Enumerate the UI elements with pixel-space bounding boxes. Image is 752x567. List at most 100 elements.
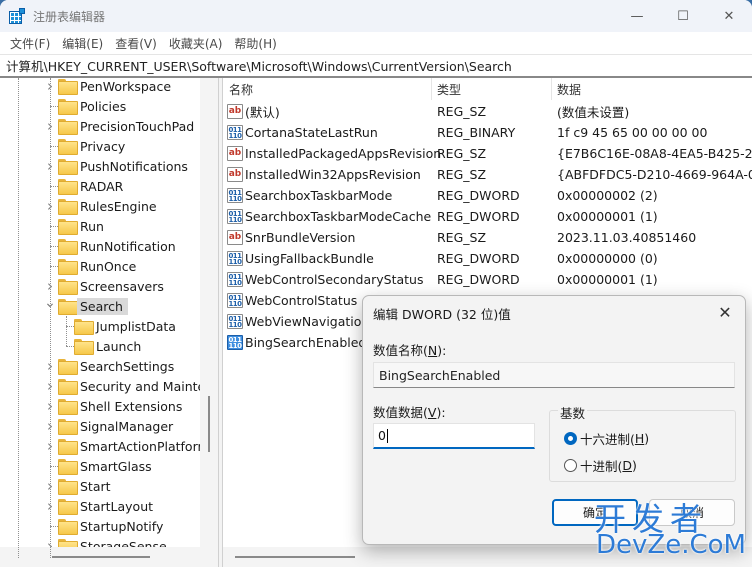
value-data-input[interactable]: 0 [373,423,535,449]
ok-button[interactable]: 确定 [552,499,638,526]
value-data-label: 数值数据(V): [373,405,446,420]
tree-item[interactable]: › Start [0,476,200,496]
value-data: 0x00000000 (0) [557,251,658,266]
radio-hexadecimal[interactable]: 十六进制(H) [564,429,649,448]
tree-item[interactable]: SmartGlass [0,456,200,476]
tree-item-label: Launch [96,338,142,354]
maximize-button[interactable]: ☐ [660,0,706,32]
value-row[interactable]: 011 110 SearchboxTaskbarMode REG_DWORD 0x00… [223,185,752,206]
tree-scroll-thumb[interactable] [208,396,210,452]
tree-item[interactable]: RADAR [0,176,200,196]
value-data: 0x00000002 (2) [557,188,658,203]
folder-icon [74,319,94,335]
radio-decimal[interactable]: 十进制(D) [564,456,637,475]
tree-item[interactable]: Policies [0,96,200,116]
tree-item[interactable]: ⌄ Search [0,295,200,316]
tree-item[interactable]: › PushNotifications [0,156,200,176]
value-type: REG_SZ [437,146,487,161]
value-row[interactable]: ab InstalledWin32AppsRevision REG_SZ {ABFDF… [223,164,752,185]
value-name: BingSearchEnabled [245,335,367,350]
tree-item[interactable]: › SignalManager [0,416,200,436]
folder-icon [58,99,78,115]
value-row[interactable]: 011 110 SearchboxTaskbarModeCache REG_DWOR… [223,206,752,227]
dialog-close-button[interactable]: ✕ [711,299,739,325]
list-horizontal-scrollbar[interactable] [223,547,752,567]
tree-item[interactable]: › StartLayout [0,496,200,516]
tree-horizontal-scrollbar[interactable] [0,547,218,567]
menu-view[interactable]: 查看(V) [109,35,163,52]
menu-file[interactable]: 文件(F) [4,35,56,52]
tree-item-label: RunNotification [80,238,176,254]
column-header-name[interactable]: 名称 [229,81,253,98]
value-type: REG_SZ [437,230,487,245]
column-header-data[interactable]: 数据 [557,81,581,98]
address-path[interactable]: 计算机\HKEY_CURRENT_USER\Software\Microsoft… [6,56,512,75]
tree-item[interactable]: › SearchSettings [0,356,200,376]
value-row[interactable]: ab SnrBundleVersion REG_SZ 2023.11.03.40851… [223,227,752,248]
value-row[interactable]: 011 110 WebControlSecondaryStatus REG_DWOR… [223,269,752,290]
close-button[interactable]: ✕ [706,0,752,32]
tree-item[interactable]: RunNotification [0,236,200,256]
column-separator[interactable] [551,78,552,100]
radio-unchecked-icon[interactable] [564,459,577,472]
tree-item-label: SearchSettings [80,358,175,374]
tree-item[interactable]: RunOnce [0,256,200,276]
folder-icon [58,359,78,375]
tree-vertical-scrollbar[interactable] [200,78,218,547]
tree-item[interactable]: › Shell Extensions [0,396,200,416]
tree-item[interactable]: › PrecisionTouchPad [0,116,200,136]
value-name-field[interactable]: BingSearchEnabled [373,362,735,388]
tree-item[interactable]: › Security and Mainter [0,376,210,396]
tree-item-label: StartupNotify [80,518,164,534]
value-row[interactable]: ab (默认) REG_SZ (数值未设置) [223,101,752,122]
tree-connector [50,226,58,227]
tree-item[interactable]: › PenWorkspace [0,78,200,96]
cancel-button[interactable]: 取消 [649,499,735,526]
value-name: CortanaStateLastRun [245,125,378,140]
binary-value-icon: 011 110 [227,251,243,266]
value-data: 0x00000001 (1) [557,209,658,224]
value-data-text: 0 [378,428,386,443]
menu-help[interactable]: 帮助(H) [228,35,282,52]
edit-dword-dialog: 编辑 DWORD (32 位)值 ✕ 数值名称(N): BingSearchEn… [362,295,746,545]
binary-value-icon: 011 110 [227,188,243,203]
tree-item[interactable]: › Screensavers [0,276,200,296]
tree-item[interactable]: › RulesEngine [0,196,200,216]
folder-icon [58,399,78,415]
radio-checked-icon[interactable] [564,432,577,445]
value-row[interactable]: ab InstalledPackagedAppsRevision REG_SZ {E7… [223,143,752,164]
tree-connector [50,246,58,247]
column-separator[interactable] [431,78,432,100]
folder-icon [58,119,78,135]
tree-connector [50,526,58,527]
value-name: WebControlSecondaryStatus [245,272,424,287]
folder-icon [58,299,78,315]
folder-icon [58,519,78,535]
list-hscroll-thumb[interactable] [235,556,355,558]
tree-item-label: Screensavers [80,278,164,294]
tree-connector [66,346,74,347]
value-type: REG_SZ [437,104,487,119]
value-name-label: 数值名称(N): [373,343,447,358]
value-row[interactable]: 011 110 CortanaStateLastRun REG_BINARY 1f c… [223,122,752,143]
tree-guide-line [66,316,67,336]
tree-item[interactable]: StartupNotify [0,516,200,536]
minimize-button[interactable]: — [614,0,660,32]
tree-item[interactable]: Run [0,216,200,236]
value-name: WebViewNavigation [245,314,370,329]
base-legend: 基数 [558,403,588,422]
tree-item[interactable]: Launch [0,326,200,356]
tree-item[interactable]: JumplistData [0,316,200,336]
text-caret [386,428,388,443]
menu-favorites[interactable]: 收藏夹(A) [163,35,229,52]
menu-edit[interactable]: 编辑(E) [56,35,109,52]
tree-item[interactable]: Privacy [0,136,200,156]
folder-icon [58,499,78,515]
address-bar[interactable]: 计算机\HKEY_CURRENT_USER\Software\Microsoft… [0,54,752,78]
value-data: 2023.11.03.40851460 [557,230,697,245]
column-header-type[interactable]: 类型 [437,81,461,98]
tree-hscroll-thumb[interactable] [52,556,150,558]
value-type: REG_DWORD [437,188,520,203]
value-row[interactable]: 011 110 UsingFallbackBundle REG_DWORD 0x000… [223,248,752,269]
tree-item[interactable]: › SmartActionPlatform [0,436,210,456]
